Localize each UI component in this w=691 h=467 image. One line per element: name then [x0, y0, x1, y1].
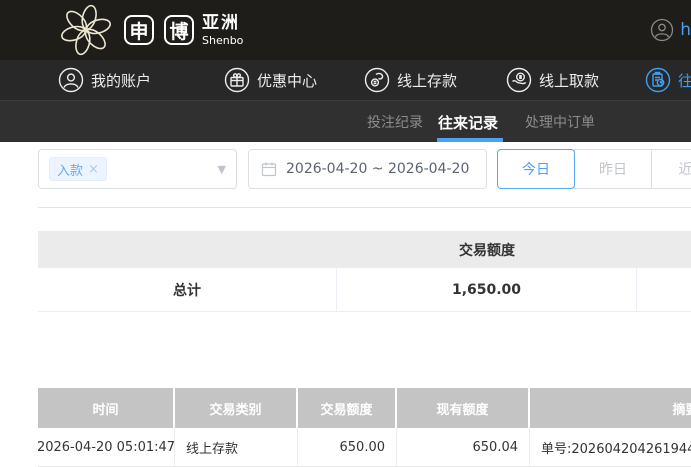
records-table-header: 时间 交易类别 交易额度 现有额度 摘要 [38, 388, 691, 428]
summary-header-amount: 交易额度 [459, 242, 515, 259]
selected-type-tag: 入款 × [49, 157, 107, 181]
records-subnav: 投注纪录 往来记录 处理中订单 [0, 100, 691, 142]
quick-range-buttons: 今日 昨日 近7日 [497, 149, 691, 189]
logo-char-bo: 博 [164, 15, 194, 45]
logo-region-text: 亚洲 [202, 12, 240, 33]
flower-logo-icon [61, 4, 111, 56]
section-divider [38, 207, 691, 208]
active-tab-underline [437, 138, 503, 142]
summary-total-row: 总计 1,650.00 [38, 268, 691, 312]
summary-table-header: 交易额度 [38, 231, 691, 268]
user-avatar-icon [651, 18, 674, 42]
withdraw-icon [506, 67, 532, 93]
nav-label: 往来记录 [678, 71, 691, 90]
row-amount: 650.00 [298, 428, 397, 466]
main-nav: 我的账户 优惠中心 线上存款 线上取款 往 [0, 60, 691, 100]
tab-betting-records[interactable]: 投注纪录 [367, 101, 423, 143]
row-balance: 650.04 [397, 428, 530, 466]
brand-logo[interactable]: 申 博 亚洲 Shenbo [60, 4, 243, 56]
nav-item-transaction-records[interactable]: 往来记录 [645, 60, 691, 100]
nav-label: 线上存款 [397, 71, 458, 90]
last-7-days-button[interactable]: 近7日 [651, 149, 691, 189]
yesterday-button[interactable]: 昨日 [574, 149, 652, 189]
nav-item-my-account[interactable]: 我的账户 [58, 60, 151, 100]
brand-header: 申 博 亚洲 Shenbo h [0, 0, 691, 60]
transaction-records-page: 申 博 亚洲 Shenbo h 我的账户 优惠中心 线上存款 线上取款 往 投注… [0, 0, 691, 467]
col-header-balance: 现有额度 [397, 388, 530, 428]
col-header-category: 交易类别 [175, 388, 298, 428]
nav-item-online-withdrawal[interactable]: 线上取款 [506, 60, 599, 100]
promo-gift-icon [224, 67, 250, 93]
nav-item-online-deposit[interactable]: 线上存款 [364, 60, 457, 100]
type-tag-label: 入款 [57, 163, 84, 179]
date-range-value: 2026-04-20 ~ 2026-04-20 [286, 161, 470, 177]
tab-transaction-records[interactable]: 往来记录 [438, 101, 498, 143]
filter-bar: 入款 × ▼ 2026-04-20 ~ 2026-04-20 今日 昨日 近7日 [0, 149, 691, 189]
deposit-icon [364, 67, 390, 93]
summary-table: 交易额度 总计 1,650.00 [38, 231, 691, 312]
account-icon [58, 67, 84, 93]
nav-label: 线上取款 [539, 71, 600, 90]
row-summary: 单号:202604204261944 [541, 441, 691, 457]
transaction-type-select[interactable]: 入款 × ▼ [38, 149, 237, 189]
nav-item-promotions[interactable]: 优惠中心 [224, 60, 317, 100]
calendar-icon [261, 162, 277, 177]
summary-empty-cell [637, 268, 691, 311]
records-table: 时间 交易类别 交易额度 现有额度 摘要 2026-04-20 05:01:47… [38, 388, 691, 467]
col-header-time: 时间 [38, 388, 175, 428]
today-button[interactable]: 今日 [497, 149, 575, 189]
summary-total-value: 1,650.00 [337, 268, 637, 311]
tag-remove-icon[interactable]: × [88, 163, 99, 176]
summary-header-empty [637, 231, 691, 268]
records-clipboard-icon [645, 67, 671, 93]
row-category: 线上存款 [175, 428, 298, 466]
row-time: 2026-04-20 05:01:47 [38, 428, 175, 466]
col-header-summary: 摘要 [672, 402, 691, 418]
logo-char-shen: 申 [124, 15, 154, 45]
chevron-down-icon: ▼ [217, 162, 226, 176]
nav-label: 优惠中心 [257, 71, 318, 90]
date-range-input[interactable]: 2026-04-20 ~ 2026-04-20 [248, 149, 487, 189]
tab-processing-orders[interactable]: 处理中订单 [525, 101, 595, 143]
col-header-amount: 交易额度 [298, 388, 397, 428]
summary-header-empty [38, 231, 337, 268]
nav-label: 我的账户 [91, 71, 152, 90]
username-text[interactable]: h [680, 20, 691, 40]
logo-latin-text: Shenbo [202, 33, 244, 47]
user-account-area[interactable]: h [650, 0, 691, 60]
summary-total-label: 总计 [38, 268, 337, 311]
table-row: 2026-04-20 05:01:47 线上存款 650.00 650.04 单… [38, 428, 691, 467]
